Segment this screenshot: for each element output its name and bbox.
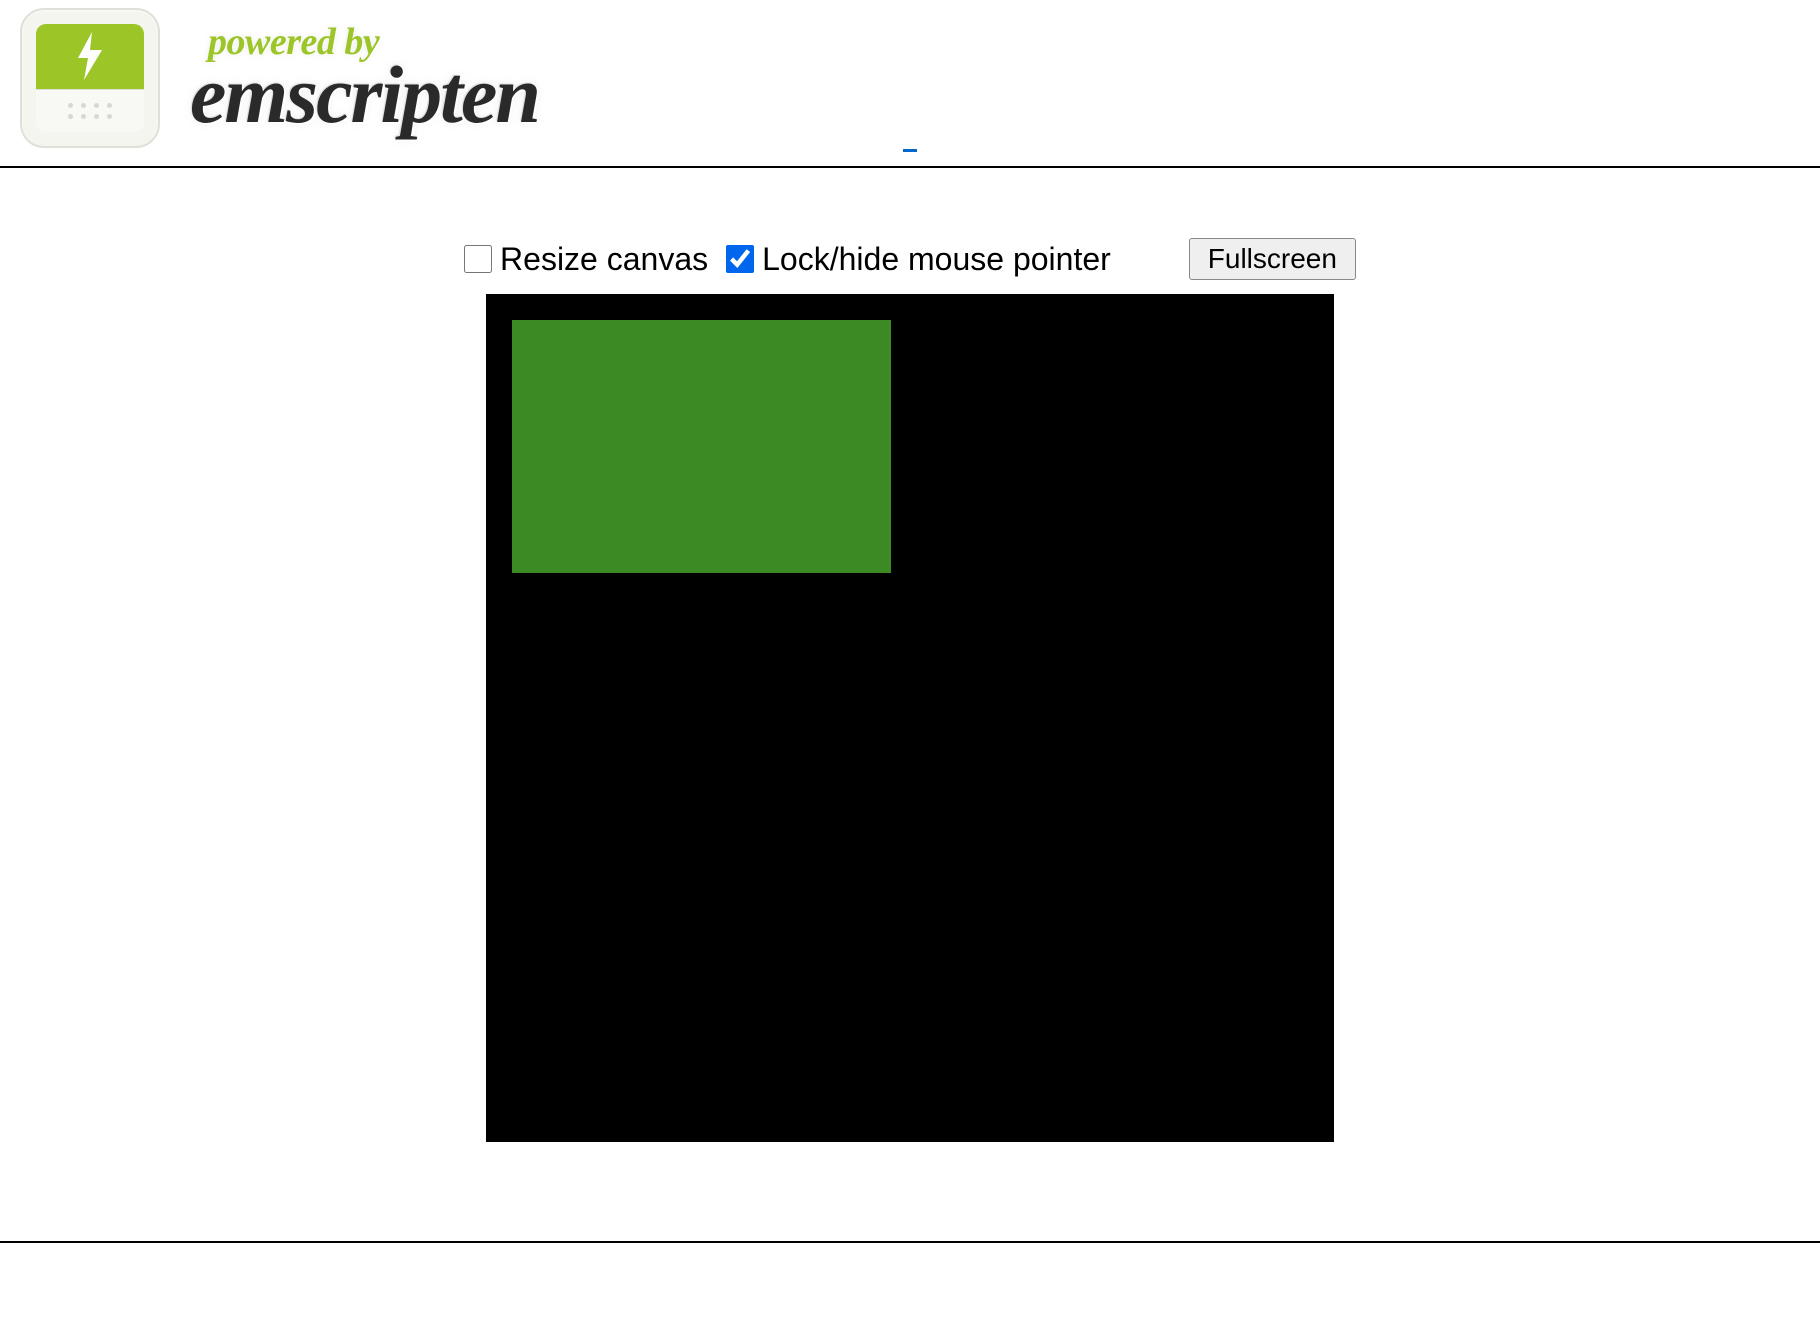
bolt-icon (70, 30, 110, 82)
logo-text: powered by emscripten (180, 20, 539, 136)
header: powered by emscripten (0, 0, 1820, 158)
canvas-container (0, 294, 1820, 1142)
logo-bottom-panel (36, 89, 144, 132)
bottom-divider (0, 1241, 1820, 1243)
resize-canvas-control: Resize canvas (464, 241, 708, 278)
header-divider-row (0, 158, 1820, 176)
lock-pointer-label[interactable]: Lock/hide mouse pointer (762, 241, 1111, 278)
fullscreen-button[interactable]: Fullscreen (1189, 238, 1356, 280)
resize-canvas-label[interactable]: Resize canvas (500, 241, 708, 278)
tiny-link-marker[interactable] (903, 148, 917, 152)
lock-pointer-checkbox[interactable] (726, 245, 754, 273)
emscripten-logo-icon (20, 8, 160, 148)
logo-top-panel (36, 24, 144, 89)
header-divider (0, 166, 1820, 168)
canvas[interactable] (486, 294, 1334, 1142)
resize-canvas-checkbox[interactable] (464, 245, 492, 273)
controls-row: Resize canvas Lock/hide mouse pointer Fu… (0, 176, 1820, 280)
lock-pointer-control: Lock/hide mouse pointer (726, 241, 1111, 278)
green-rectangle (512, 320, 891, 573)
emscripten-title: emscripten (190, 54, 539, 136)
